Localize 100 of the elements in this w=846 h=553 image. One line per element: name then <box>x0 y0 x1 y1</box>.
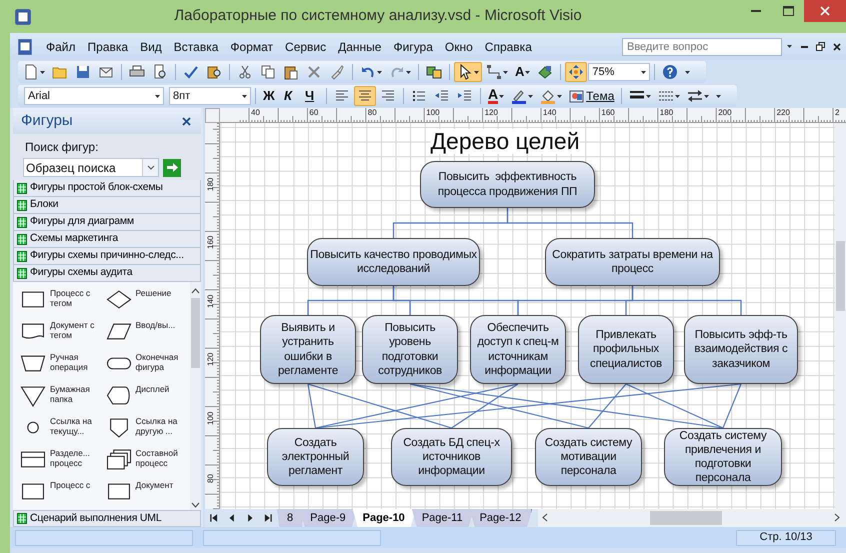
stencil-item[interactable]: Блоки <box>13 197 201 214</box>
goal-node[interactable]: Сократить затраты времени на процесс <box>545 238 720 286</box>
stencil-item[interactable]: Фигуры схемы причинно-следс... <box>13 248 201 265</box>
zoom-field[interactable]: 75% <box>588 63 650 81</box>
stencil-item[interactable]: Сценарий выполнения UML <box>13 510 201 527</box>
menu-item[interactable]: Вставка <box>168 36 224 58</box>
page-tab[interactable]: Page-10 <box>352 509 416 527</box>
goal-node[interactable]: Повысить качество проводимых исследований <box>307 238 480 286</box>
shape-item[interactable]: Дисплей <box>104 384 190 416</box>
vertical-scrollbar[interactable] <box>835 123 846 509</box>
help-icon <box>662 64 678 80</box>
book-icon <box>206 64 222 80</box>
font-color-button[interactable]: A <box>485 86 508 106</box>
previous-page-icon <box>227 513 237 523</box>
caret-icon <box>786 45 792 48</box>
caret-icon <box>685 70 690 74</box>
goal-node[interactable]: Создать БД спец-х источников информации <box>391 428 512 486</box>
help-search-field[interactable]: Введите вопрос <box>622 38 782 56</box>
ruler-label: 160 <box>601 108 615 117</box>
goal-node[interactable]: Повысить эффективность процесса продвижения ПП <box>420 161 595 208</box>
check-mark-icon <box>183 64 199 80</box>
close-icon <box>833 42 841 50</box>
scrollbar-thumb[interactable] <box>836 241 845 311</box>
shape-item[interactable]: Ссылка на другую ... <box>104 416 190 448</box>
next-page-icon <box>245 513 255 523</box>
paint-bucket-icon <box>540 88 556 104</box>
stencil-item[interactable]: Фигуры простой блок-схемы <box>13 180 201 197</box>
menu-item[interactable]: Справка <box>478 36 538 58</box>
pan-zoom-button[interactable] <box>565 62 588 82</box>
search-button[interactable] <box>163 158 181 176</box>
minimize-icon <box>751 10 761 12</box>
menu-item[interactable]: Вид <box>134 36 168 58</box>
ruler-label: 200 <box>718 108 732 117</box>
ruler-label: 100 <box>206 411 215 425</box>
shape-item[interactable]: Бумажная папка <box>19 384 104 416</box>
scroll-up-icon <box>191 288 200 294</box>
menu-item[interactable]: Окно <box>438 36 479 58</box>
shape-item[interactable]: Оконечная фигура <box>104 352 190 384</box>
print-preview-icon <box>152 64 168 80</box>
shape-item[interactable]: Разделе... процесс <box>19 448 104 480</box>
document-icon <box>16 38 34 56</box>
ruler-label: 2 <box>835 108 840 117</box>
goal-node[interactable]: Выявить и устранить ошибки в регламенте <box>260 315 356 384</box>
bold-button[interactable]: Ж <box>260 86 280 106</box>
move-icon <box>568 64 584 80</box>
font-field[interactable]: Arial <box>24 87 164 105</box>
shape-item[interactable]: Ручная операция <box>19 352 104 384</box>
goal-node[interactable]: Создать систему привлечения и подготовки персонала <box>664 428 782 486</box>
goal-node[interactable]: Повысить уровень подготовки сотрудников <box>362 315 458 384</box>
page-tab[interactable]: Page-11 <box>412 509 474 527</box>
menu-item[interactable]: Данные <box>332 36 388 58</box>
stencil-icon <box>17 216 27 228</box>
pointer-button[interactable] <box>454 62 482 82</box>
clipboard-icon <box>283 64 299 80</box>
page-tab[interactable]: Page-12 <box>470 509 532 527</box>
font-size-field[interactable]: 8пт <box>169 87 251 105</box>
shape-item[interactable]: Ввод/вы... <box>104 320 190 352</box>
scroll-down-icon <box>191 502 200 508</box>
page-tab[interactable]: 8 <box>277 509 304 527</box>
scrollbar-thumb[interactable] <box>191 298 200 368</box>
ruler-label: 80 <box>368 108 377 117</box>
brush-icon <box>329 64 345 80</box>
vertical-scrollbar[interactable] <box>190 282 201 510</box>
shape-item[interactable]: Решение <box>104 288 190 320</box>
menu-item[interactable]: Правка <box>82 36 134 58</box>
goal-node[interactable]: Привлекать профильных специалистов <box>578 315 674 384</box>
goal-node[interactable]: Повысить эфф-ть взаимодействия с заказчиком <box>684 315 798 384</box>
maximize-icon <box>782 6 794 16</box>
goal-node[interactable]: Создать электронный регламент <box>267 428 364 486</box>
window-title: Лабораторные по системному анализу.vsd - Microsoft Visio <box>173 6 583 26</box>
menu-item[interactable]: Сервис <box>279 36 332 58</box>
page-tab[interactable]: Page-9 <box>300 509 357 527</box>
shape-item[interactable]: Ссылка на текущу... <box>19 416 104 448</box>
shape-item[interactable]: Документ с тегом <box>19 320 104 352</box>
stencil-item[interactable]: Фигуры схемы аудита <box>13 265 201 282</box>
underline-button[interactable]: Ч <box>302 86 322 106</box>
shape-item[interactable]: Составной процесс <box>104 448 190 480</box>
shape-item[interactable]: Процесс с тегом <box>19 288 104 320</box>
goal-node[interactable]: Создать систему мотивации персонала <box>535 428 642 486</box>
horizontal-scrollbar[interactable] <box>538 509 846 527</box>
page-number: Стр. 10/13 <box>736 530 836 546</box>
stencil-icon <box>17 268 27 278</box>
italic-button[interactable]: К <box>281 86 301 106</box>
align-center-button[interactable] <box>354 86 376 106</box>
menu-item[interactable]: Формат <box>224 36 280 58</box>
theme-button[interactable]: Тема <box>566 86 618 106</box>
shape-item[interactable]: Документ <box>104 480 190 510</box>
goal-node[interactable]: Обеспечить доступ к спец-м источникам информации <box>470 315 566 384</box>
panel-title: Фигуры <box>21 110 73 131</box>
ruler-label: 140 <box>543 108 556 117</box>
app-icon <box>14 8 32 26</box>
copy-icon <box>260 64 276 80</box>
stencil-item[interactable]: Схемы маркетинга <box>13 231 201 248</box>
search-field[interactable]: Образец поиска <box>23 158 159 177</box>
menu-item[interactable]: Фигура <box>387 36 439 58</box>
shape-item[interactable]: Процесс с <box>19 480 104 510</box>
text-button[interactable]: A <box>512 62 534 82</box>
stencil-item[interactable]: Фигуры для диаграмм <box>13 214 201 231</box>
menu-item[interactable]: Файл <box>40 36 82 58</box>
scrollbar-thumb[interactable] <box>650 511 722 525</box>
